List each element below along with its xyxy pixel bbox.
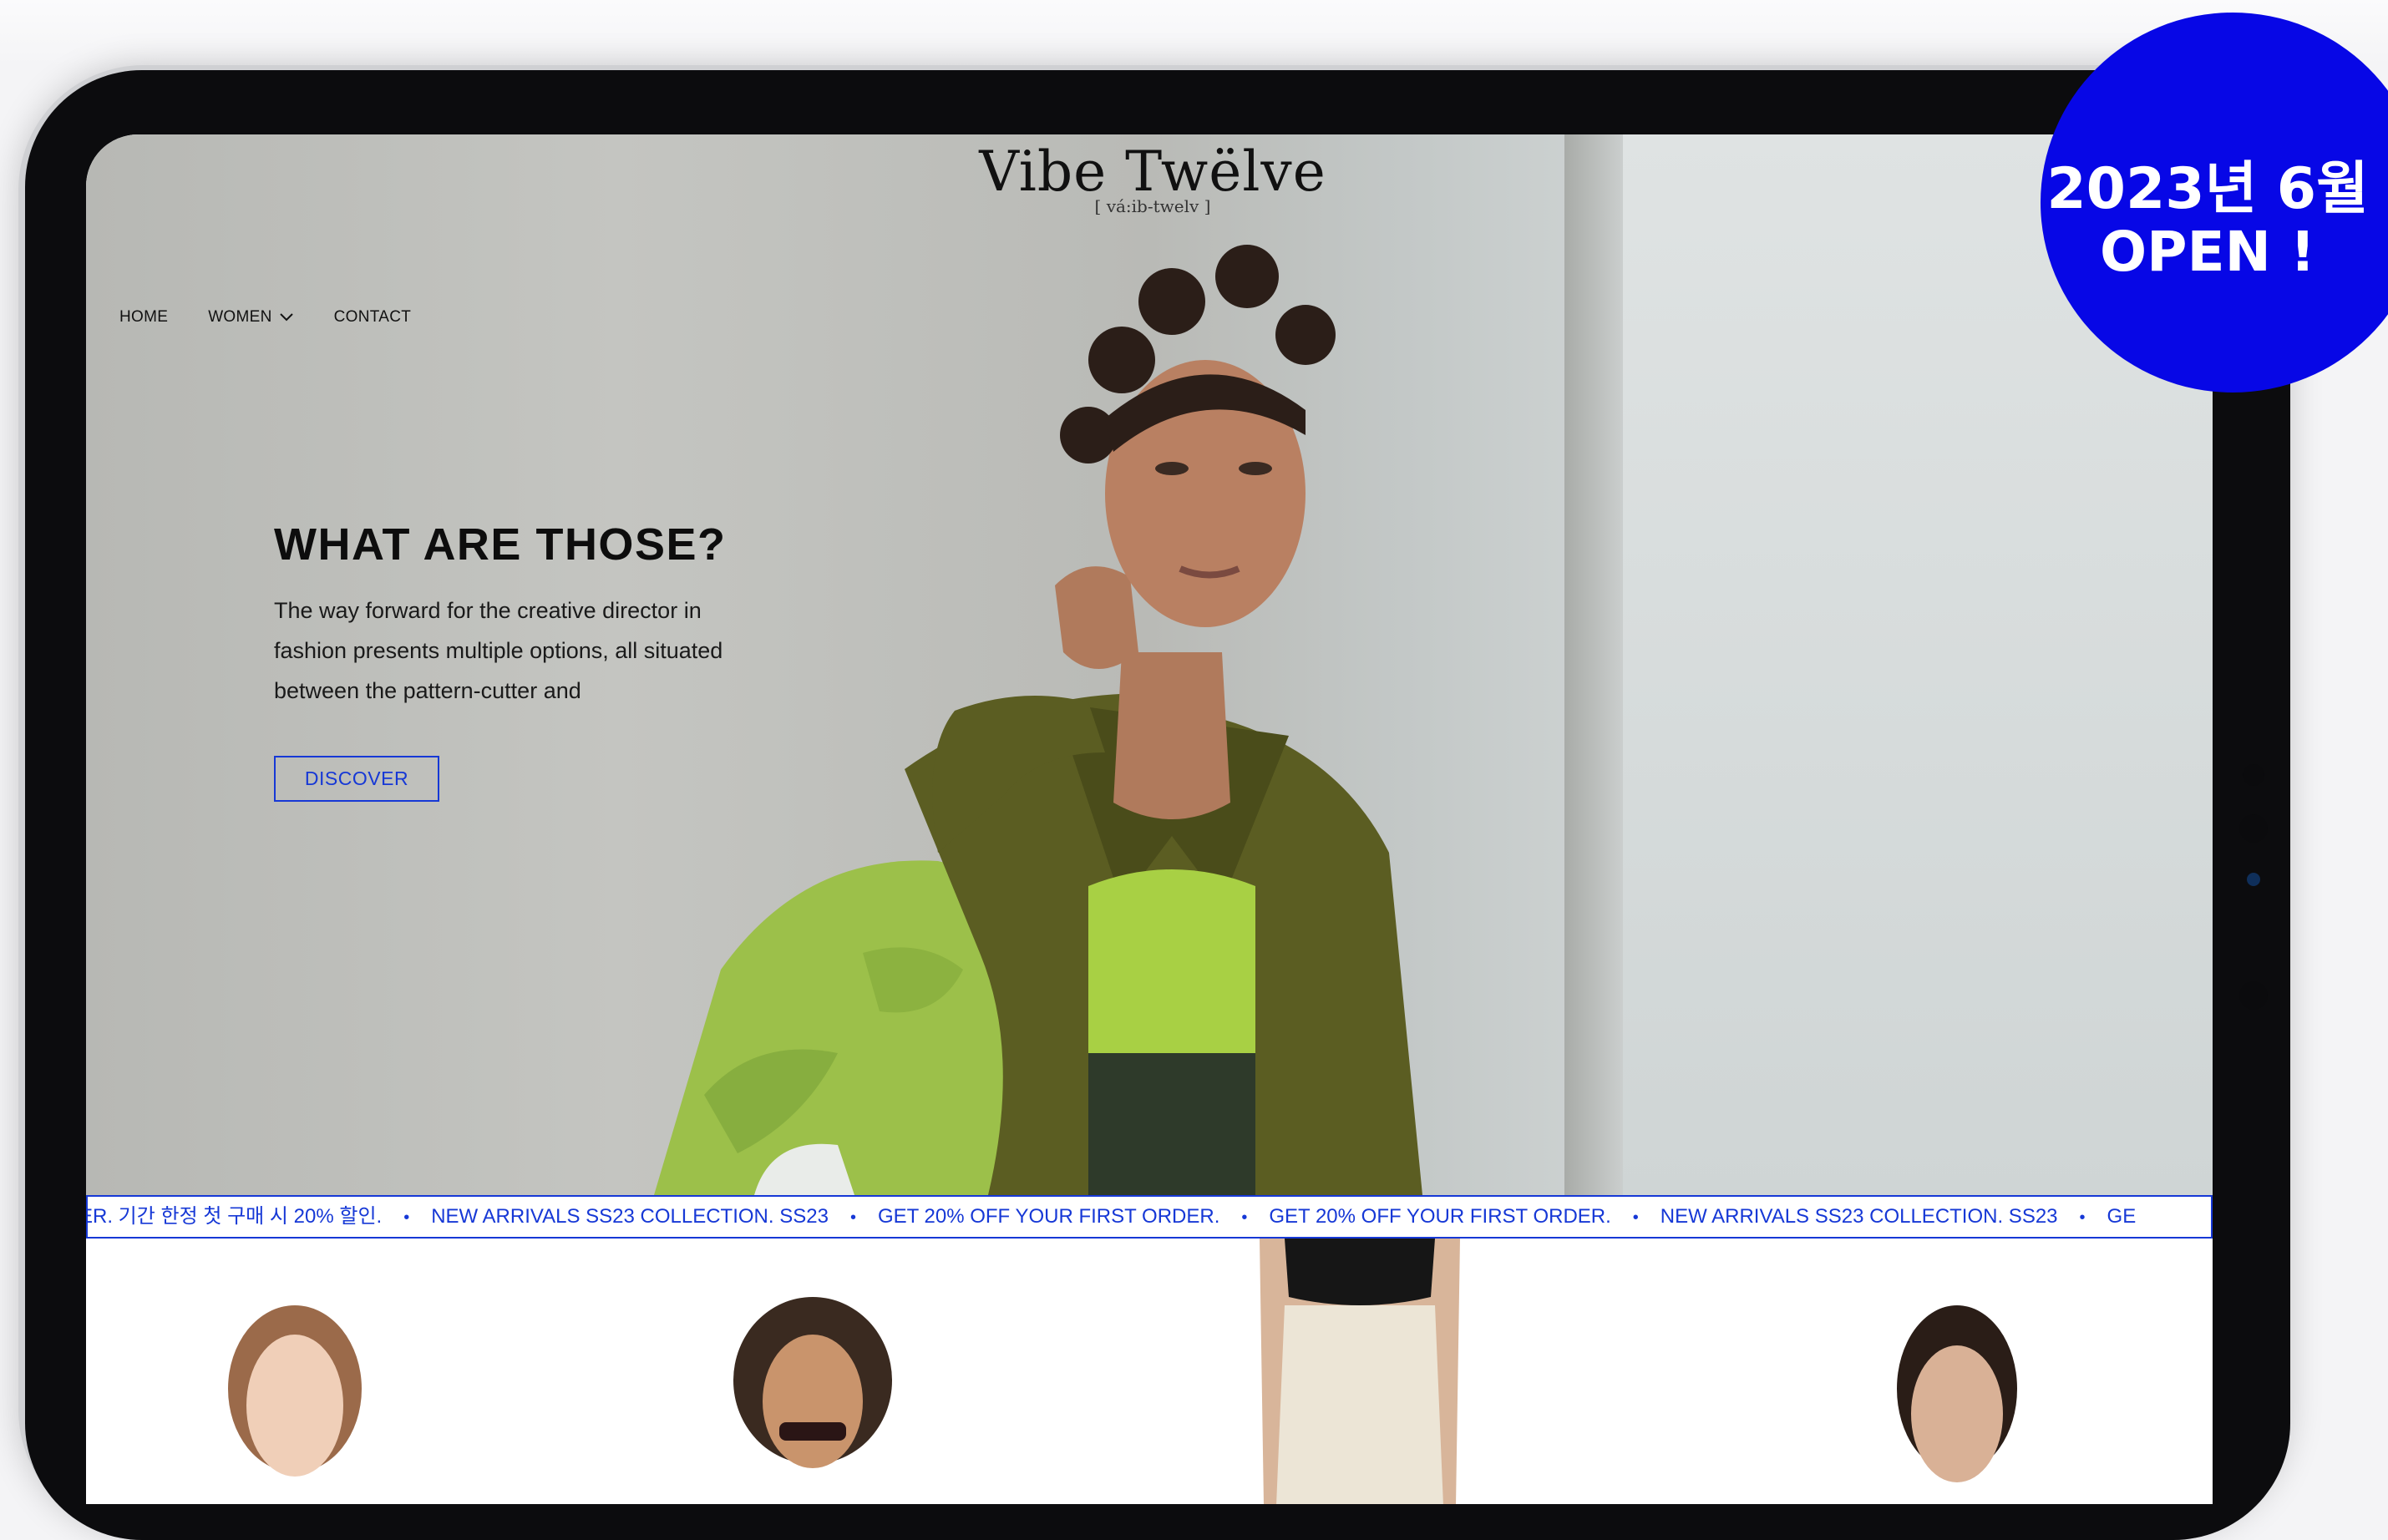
ticker-separator: • <box>849 1208 856 1227</box>
main-nav: HOME WOMEN CONTACT <box>119 308 411 327</box>
camera-lens-2 <box>2239 981 2268 1010</box>
badge-open: OPEN ! <box>2100 220 2315 284</box>
hero-banner: HOME WOMEN CONTACT Vibe Twëlve [ vá:ib-t… <box>86 134 2213 1195</box>
website-screen: HOME WOMEN CONTACT Vibe Twëlve [ vá:ib-t… <box>86 134 2213 1504</box>
camera-lens <box>2239 814 2268 843</box>
nav-home[interactable]: HOME <box>119 308 168 327</box>
hero-heading: WHAT ARE THOSE? <box>274 519 727 570</box>
ticker-separator: • <box>1632 1208 1639 1227</box>
product-thumb[interactable] <box>211 1297 378 1504</box>
ticker-track: ER. 기간 한정 첫 구매 시 20% 할인. • NEW ARRIVALS SS… <box>86 1197 2137 1237</box>
background <box>0 0 2388 67</box>
hero-copy: WHAT ARE THOSE? The way forward for the … <box>274 519 792 711</box>
nav-women-label: WOMEN <box>208 308 272 326</box>
product-thumb[interactable] <box>1226 1239 1493 1504</box>
ticker-separator: • <box>2079 1208 2086 1227</box>
chevron-down-icon <box>279 313 293 322</box>
ticker-item: GE <box>2107 1205 2137 1228</box>
ticker-item: NEW ARRIVALS SS23 COLLECTION. SS23 <box>1660 1205 2058 1228</box>
product-thumb[interactable] <box>721 1289 905 1504</box>
ticker-separator: • <box>403 1208 410 1227</box>
brand-logo[interactable]: Vibe Twëlve [ vá:ib-twelv ] <box>977 139 1328 217</box>
product-strip <box>86 1239 2213 1504</box>
product-thumb[interactable] <box>1873 1297 2041 1504</box>
ticker-separator: • <box>1241 1208 1248 1227</box>
discover-button[interactable]: DISCOVER <box>274 756 439 802</box>
sensor-dot <box>2247 873 2260 886</box>
ticker-item: GET 20% OFF YOUR FIRST ORDER. <box>877 1205 1220 1228</box>
hero-body: The way forward for the creative directo… <box>274 598 723 703</box>
badge-date: 2023년 6월 <box>2046 156 2369 222</box>
ticker-item: NEW ARRIVALS SS23 COLLECTION. SS23 <box>431 1205 829 1228</box>
promo-ticker: ER. 기간 한정 첫 구매 시 20% 할인. • NEW ARRIVALS SS… <box>86 1195 2213 1239</box>
nav-contact[interactable]: CONTACT <box>334 308 412 327</box>
ticker-item: GET 20% OFF YOUR FIRST ORDER. <box>1269 1205 1611 1228</box>
camera-dot <box>2243 764 2264 786</box>
nav-women[interactable]: WOMEN <box>208 308 293 327</box>
ticker-item: ER. 기간 한정 첫 구매 시 20% 할인. <box>86 1205 383 1228</box>
logo-title: Vibe Twëlve <box>979 139 1326 204</box>
